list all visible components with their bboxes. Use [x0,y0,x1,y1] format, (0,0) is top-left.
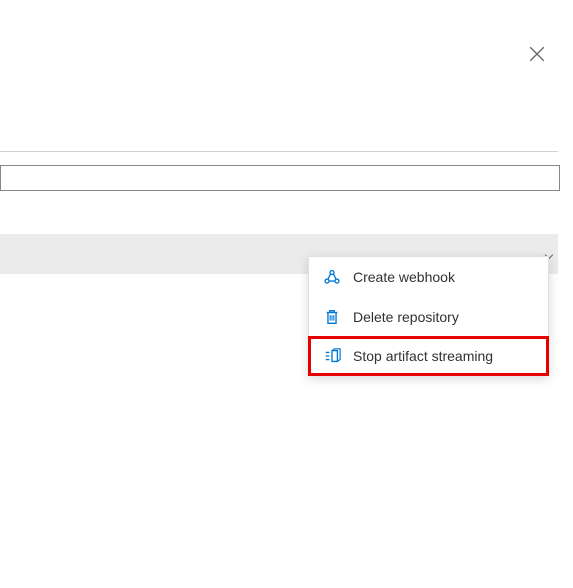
delete-icon [323,308,341,326]
menu-item-stop-artifact-streaming[interactable]: Stop artifact streaming [308,336,549,376]
close-icon [528,45,546,63]
divider [0,151,558,152]
menu-item-delete-repository[interactable]: Delete repository [309,297,548,337]
menu-item-label: Create webhook [353,269,455,285]
context-menu: Create webhook Delete repository Stop ar… [308,256,549,376]
menu-item-label: Delete repository [353,309,459,325]
close-button[interactable] [528,45,546,63]
text-input[interactable] [0,165,560,191]
menu-item-create-webhook[interactable]: Create webhook [309,257,548,297]
stop-stream-icon [323,347,341,365]
menu-item-label: Stop artifact streaming [353,348,493,364]
webhook-icon [323,268,341,286]
